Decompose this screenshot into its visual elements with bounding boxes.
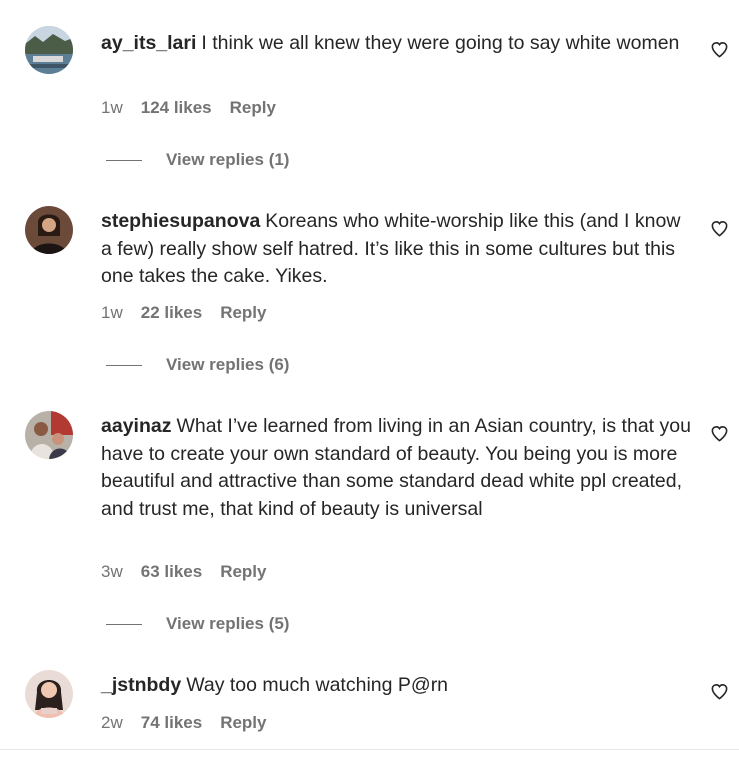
- comment-meta: 2w 74 likes Reply: [101, 712, 266, 734]
- comment-username[interactable]: aayinaz: [101, 415, 171, 437]
- reply-button[interactable]: Reply: [220, 562, 266, 582]
- comment-age[interactable]: 1w: [101, 303, 123, 323]
- comment-age[interactable]: 2w: [101, 713, 123, 733]
- likes-count[interactable]: 63 likes: [141, 562, 202, 582]
- view-replies-label: View replies (1): [166, 150, 290, 169]
- likes-count[interactable]: 22 likes: [141, 303, 202, 323]
- replies-divider: [106, 159, 142, 161]
- likes-count[interactable]: 124 likes: [141, 98, 212, 118]
- view-replies-label: View replies (6): [166, 355, 290, 374]
- comment-username[interactable]: ay_its_lari: [101, 32, 196, 54]
- view-replies-button[interactable]: View replies (6): [106, 354, 289, 376]
- view-replies-button[interactable]: View replies (5): [106, 613, 289, 635]
- reply-button[interactable]: Reply: [230, 98, 276, 118]
- comment-meta: 1w 124 likes Reply: [101, 97, 276, 119]
- comment-text-block: ay_its_lari I think we all knew they were…: [101, 30, 696, 58]
- comment-username[interactable]: _jstnbdy: [101, 674, 181, 696]
- reply-button[interactable]: Reply: [220, 713, 266, 733]
- comment-text: I think we all knew they were going to s…: [201, 32, 680, 54]
- comment-text-block: stephiesupanova Koreans who white-worship…: [101, 208, 696, 291]
- view-replies-label: View replies (5): [166, 614, 290, 633]
- comment-age[interactable]: 3w: [101, 562, 123, 582]
- heart-icon[interactable]: [710, 219, 729, 238]
- likes-count[interactable]: 74 likes: [141, 713, 202, 733]
- avatar[interactable]: [25, 26, 73, 74]
- comment-meta: 3w 63 likes Reply: [101, 561, 266, 583]
- comment-text: Way too much watching P@rn: [186, 674, 449, 696]
- replies-divider: [106, 623, 142, 625]
- avatar[interactable]: [25, 670, 73, 718]
- heart-icon[interactable]: [710, 682, 729, 701]
- comment-text-block: _jstnbdy Way too much watching P@rn: [101, 672, 696, 700]
- comment-username[interactable]: stephiesupanova: [101, 210, 260, 232]
- comment-meta: 1w 22 likes Reply: [101, 302, 266, 324]
- avatar[interactable]: [25, 206, 73, 254]
- view-replies-button[interactable]: View replies (1): [106, 149, 289, 171]
- comment-text: What I’ve learned from living in an Asia…: [101, 415, 691, 520]
- reply-button[interactable]: Reply: [220, 303, 266, 323]
- avatar[interactable]: [25, 411, 73, 459]
- replies-divider: [106, 364, 142, 366]
- heart-icon[interactable]: [710, 424, 729, 443]
- comment-age[interactable]: 1w: [101, 98, 123, 118]
- comment-text-block: aayinaz What I’ve learned from living in …: [101, 413, 696, 523]
- heart-icon[interactable]: [710, 40, 729, 59]
